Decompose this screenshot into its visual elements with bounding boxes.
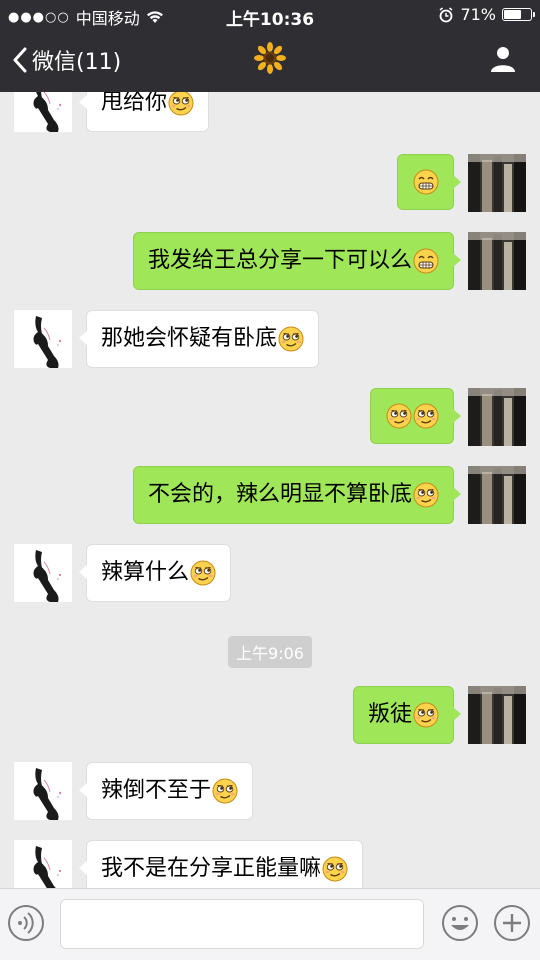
smirk-emoji-icon [413, 403, 439, 429]
contact-avatar[interactable] [14, 544, 72, 602]
input-bar [0, 888, 540, 960]
message-text: 甩给你 [101, 92, 168, 115]
timestamp-label: 上午9:06 [228, 636, 312, 668]
message-text: 那她会怀疑有卧底 [101, 326, 278, 351]
emoji-icon[interactable] [440, 903, 480, 943]
smirk-emoji-icon [386, 403, 412, 429]
smirk-emoji-icon [190, 560, 216, 586]
person-icon[interactable] [488, 44, 518, 74]
battery-level-fill [504, 10, 522, 19]
plus-icon[interactable] [492, 903, 532, 943]
message-text: 我不是在分享正能量嘛 [101, 856, 322, 881]
battery-percent: 71% [460, 5, 496, 24]
my-avatar[interactable] [468, 388, 526, 446]
contact-avatar[interactable] [14, 310, 72, 368]
message-bubble[interactable]: 不会的，辣么明显不算卧底 [132, 466, 462, 524]
message-text: 我发给王总分享一下可以么 [147, 248, 412, 273]
message-text: 辣倒不至于 [101, 778, 212, 803]
back-button[interactable]: 微信(11) [12, 44, 121, 76]
message-bubble[interactable]: 甩给你 [78, 92, 210, 132]
message-bubble[interactable]: 辣倒不至于 [78, 762, 254, 820]
status-right: 71% [438, 5, 535, 24]
my-avatar[interactable] [468, 686, 526, 744]
chat-header: 微信(11) [0, 30, 540, 92]
smirk-emoji-icon [212, 778, 238, 804]
voice-icon[interactable] [6, 903, 46, 943]
message-bubble[interactable]: 那她会怀疑有卧底 [78, 310, 320, 368]
message-bubble[interactable] [397, 154, 461, 210]
battery-icon [502, 8, 535, 21]
my-avatar[interactable] [468, 232, 526, 290]
my-avatar[interactable] [468, 154, 526, 212]
contact-avatar[interactable] [14, 92, 72, 132]
smirk-emoji-icon [168, 92, 194, 116]
back-label: 微信(11) [32, 50, 122, 75]
smirk-emoji-icon [278, 326, 304, 352]
my-avatar[interactable] [468, 466, 526, 524]
contact-avatar[interactable] [14, 840, 72, 888]
message-bubble[interactable]: 我不是在分享正能量嘛 [78, 840, 364, 888]
chat-messages[interactable]: 甩给你我发给王总分享一下可以么那她会怀疑有卧底不会的，辣么明显不算卧底辣算什么叛… [0, 92, 540, 888]
message-bubble[interactable]: 我发给王总分享一下可以么 [132, 232, 462, 290]
message-text: 叛徒 [367, 702, 412, 727]
smirk-emoji-icon [413, 482, 439, 508]
message-input[interactable] [60, 899, 424, 949]
grin-emoji-icon [413, 169, 439, 195]
chat-timestamp: 上午9:06 [0, 636, 540, 668]
message-text: 不会的，辣么明显不算卧底 [147, 482, 412, 507]
grin-emoji-icon [413, 248, 439, 274]
smirk-emoji-icon [322, 856, 348, 882]
message-bubble[interactable] [370, 388, 461, 444]
alarm-icon [439, 6, 453, 22]
chevron-left-icon [13, 47, 27, 73]
message-bubble[interactable]: 辣算什么 [78, 544, 232, 602]
status-bar: ●●●○○ 中国移动 上午10:36 71% [0, 0, 540, 30]
message-text: 辣算什么 [101, 560, 190, 585]
message-bubble[interactable]: 叛徒 [352, 686, 462, 744]
sunflower-icon [254, 42, 286, 74]
contact-avatar[interactable] [14, 762, 72, 820]
smirk-emoji-icon [413, 702, 439, 728]
